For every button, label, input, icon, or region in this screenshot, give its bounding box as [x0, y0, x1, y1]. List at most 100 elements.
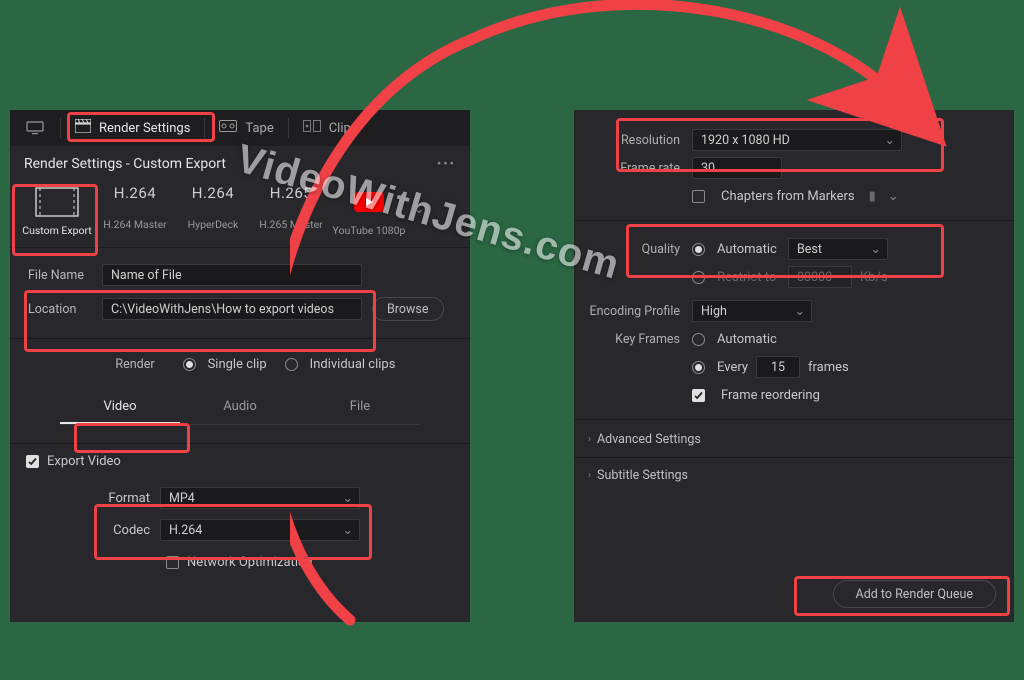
preset-hyperdeck[interactable]: H.264 HyperDeck: [174, 184, 252, 231]
render-settings-panel: Render Settings - Custom Export ••• Cust…: [10, 146, 470, 622]
quality-best-dropdown[interactable]: Best ⌄: [788, 238, 888, 260]
filmstrip-icon: [18, 184, 96, 220]
preset-h264-master[interactable]: H.264 H.264 Master: [96, 184, 174, 231]
preset-youtube-1080p[interactable]: YouTube 1080p: [330, 184, 408, 237]
monitor-icon: [24, 117, 46, 139]
output-subtabs: Video Audio File: [60, 393, 420, 425]
preset-sub: H.264 Master: [96, 218, 174, 231]
filename-input[interactable]: Name of File: [102, 264, 362, 286]
tab-label: Clips: [329, 121, 358, 136]
chevron-down-icon: ⌄: [343, 490, 353, 506]
radio-label: Restrict to: [717, 270, 776, 285]
checkbox-label: Chapters from Markers: [721, 189, 855, 204]
panel-title: Render Settings - Custom Export: [24, 156, 226, 172]
radio-on-icon: [183, 358, 196, 371]
disclosure-label: Subtitle Settings: [597, 468, 688, 483]
checkbox-off-icon: [166, 556, 179, 569]
keyframes-automatic-radio[interactable]: Automatic: [692, 332, 777, 347]
checkbox-label: Export Video: [47, 454, 121, 469]
chevron-down-icon: ⌄: [765, 160, 775, 176]
radio-off-icon: [285, 358, 298, 371]
advanced-settings-disclosure[interactable]: › Advanced Settings: [574, 426, 1014, 453]
checkbox-on-icon: [26, 455, 39, 468]
chevron-down-icon: ⌄: [343, 522, 353, 538]
radio-label: Automatic: [717, 332, 777, 347]
preset-sub: YouTube 1080p: [330, 224, 408, 237]
chevron-down-icon[interactable]: ⌄: [888, 189, 899, 204]
checkbox-label: Frame reordering: [721, 388, 820, 403]
radio-label: Every: [717, 360, 748, 375]
file-output-section: File Name Name of File Location C:\Video…: [10, 248, 470, 339]
render-label: Render: [85, 357, 165, 372]
dropdown-value: High: [701, 304, 795, 319]
tab-render-settings[interactable]: Render Settings: [61, 110, 204, 146]
workspace-switch[interactable]: [10, 110, 60, 146]
quality-automatic-radio[interactable]: Automatic: [692, 242, 788, 257]
panel-menu-icon[interactable]: •••: [437, 157, 456, 172]
disclosure-label: Advanced Settings: [597, 432, 701, 447]
subtab-file[interactable]: File: [300, 393, 420, 424]
deliver-tabbar: Render Settings Tape Clips: [10, 110, 470, 146]
preset-title: H.264: [174, 184, 252, 202]
render-single-radio[interactable]: Single clip: [183, 357, 267, 372]
dropdown-value: MP4: [169, 491, 343, 506]
export-video-checkbox[interactable]: Export Video: [26, 454, 454, 469]
subtab-audio[interactable]: Audio: [180, 393, 300, 424]
preset-sub: H.265 Master: [252, 218, 330, 231]
checkbox-label: Network Optimization: [187, 555, 313, 570]
youtube-icon: [330, 184, 408, 220]
location-input[interactable]: C:\VideoWithJens\How to export videos: [102, 298, 362, 320]
preset-custom-export[interactable]: Custom Export: [18, 184, 96, 237]
checkbox-on-icon: [692, 389, 705, 402]
framerate-dropdown[interactable]: 30 ⌄: [692, 157, 782, 179]
resolution-section: Resolution 1920 x 1080 HD ⌄ Frame rate 3…: [574, 110, 1014, 214]
frame-reordering-checkbox[interactable]: Frame reordering: [692, 388, 820, 403]
tape-icon: [219, 120, 237, 136]
clapper-icon: [75, 119, 91, 137]
subtitle-settings-disclosure[interactable]: › Subtitle Settings: [574, 462, 1014, 489]
radio-label: Single clip: [208, 357, 267, 372]
tab-label: Tape: [245, 121, 273, 136]
render-individual-radio[interactable]: Individual clips: [285, 357, 396, 372]
codec-label: Codec: [96, 523, 150, 538]
checkbox-off-icon: [692, 190, 705, 203]
preset-h265-master[interactable]: H.265 H.265 Master: [252, 184, 330, 231]
resolution-dropdown[interactable]: 1920 x 1080 HD ⌄: [692, 129, 902, 151]
format-dropdown[interactable]: MP4 ⌄: [160, 487, 360, 509]
quality-bitrate-input: 80000: [788, 266, 852, 288]
chapters-checkbox[interactable]: Chapters from Markers: [692, 189, 855, 204]
preset-next[interactable]: ⌄: [408, 184, 430, 234]
chevron-down-icon: ⌄: [871, 241, 881, 257]
network-optimization-checkbox[interactable]: Network Optimization: [166, 555, 454, 570]
render-settings-panel-right: Resolution 1920 x 1080 HD ⌄ Frame rate 3…: [574, 110, 1014, 622]
dropdown-value: 1920 x 1080 HD: [701, 133, 885, 148]
tab-tape[interactable]: Tape: [205, 110, 287, 146]
encoding-profile-dropdown[interactable]: High ⌄: [692, 300, 812, 322]
radio-off-icon: [692, 333, 705, 346]
keyframes-unit: frames: [808, 360, 849, 375]
panel-subheader: Render Settings - Custom Export •••: [10, 146, 470, 178]
radio-on-icon: [692, 361, 705, 374]
render-mode-section: Render Single clip Individual clips Vide…: [10, 339, 470, 444]
tab-clips[interactable]: Clips: [289, 110, 372, 146]
browse-button[interactable]: Browse: [372, 297, 444, 321]
marker-icon: ▮: [869, 189, 876, 204]
add-to-render-queue-button[interactable]: Add to Render Queue: [833, 580, 996, 608]
chevron-right-icon: ›: [588, 470, 591, 481]
keyframes-label: Key Frames: [580, 332, 692, 347]
preset-sub: HyperDeck: [174, 218, 252, 231]
chevron-right-icon: ›: [588, 434, 591, 445]
codec-dropdown[interactable]: H.264 ⌄: [160, 519, 360, 541]
location-label: Location: [26, 302, 102, 317]
quality-label: Quality: [580, 242, 692, 257]
radio-label: Individual clips: [310, 357, 396, 372]
chevron-down-icon: ⌄: [795, 303, 805, 319]
radio-on-icon: [692, 243, 705, 256]
keyframes-every-radio[interactable]: Every: [692, 360, 748, 375]
bitrate-unit: Kb/s: [860, 270, 888, 285]
subtab-video[interactable]: Video: [60, 393, 180, 424]
chevron-down-icon: ⌄: [885, 132, 895, 148]
dropdown-value: Best: [797, 242, 871, 257]
quality-restrict-radio[interactable]: Restrict to: [692, 270, 788, 285]
keyframes-value-input[interactable]: 15: [756, 356, 800, 378]
